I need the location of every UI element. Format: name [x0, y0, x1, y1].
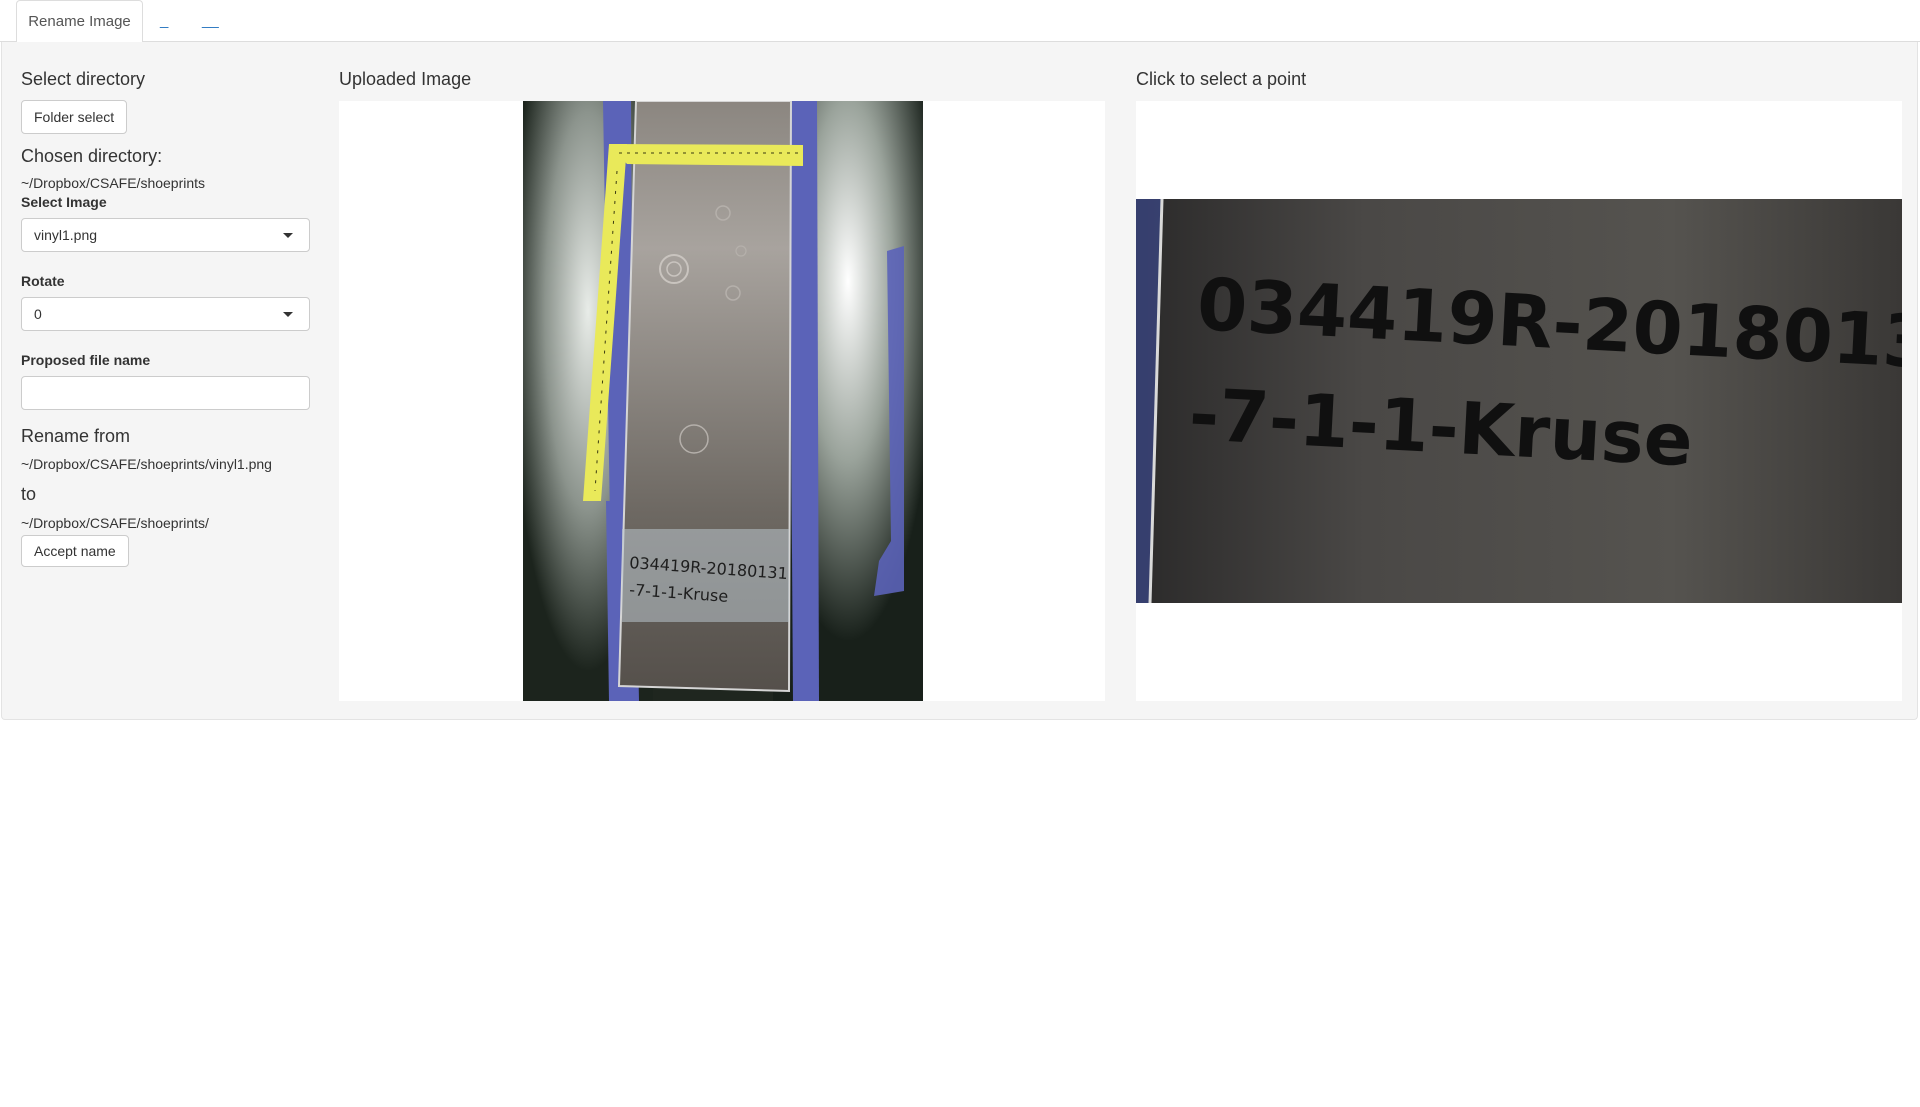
- select-directory-heading: Select directory: [21, 69, 146, 89]
- rotate-value: 0: [34, 306, 42, 322]
- uploaded-image-heading: Uploaded Image: [339, 69, 472, 89]
- rotate-label: Rotate: [21, 273, 65, 289]
- to-value: ~/Dropbox/CSAFE/shoeprints/: [21, 515, 209, 531]
- chosen-directory-heading: Chosen directory:: [21, 146, 163, 166]
- chevron-down-icon: [283, 233, 293, 238]
- select-point-area[interactable]: 034419R-20180131 -7-1-1-Kruse: [1136, 101, 1902, 701]
- uploaded-image-area: 034419R-20180131 -7-1-1-Kruse: [339, 101, 1105, 701]
- select-image-dropdown[interactable]: vinyl1.png: [21, 218, 310, 252]
- accept-name-button[interactable]: Accept name: [21, 535, 129, 567]
- rename-from-value: ~/Dropbox/CSAFE/shoeprints/vinyl1.png: [21, 456, 272, 472]
- zoomed-image[interactable]: 034419R-20180131 -7-1-1-Kruse: [1136, 101, 1902, 701]
- tab-bar: Rename Image _ __: [0, 0, 1920, 43]
- chevron-down-icon: [283, 312, 293, 317]
- chosen-directory-value: ~/Dropbox/CSAFE/shoeprints: [21, 175, 206, 191]
- proposed-file-name-label: Proposed file name: [21, 352, 151, 368]
- to-heading: to: [21, 484, 37, 504]
- main-panel: Select directory Folder select Chosen di…: [1, 42, 1918, 720]
- rotate-dropdown[interactable]: 0: [21, 297, 310, 331]
- proposed-file-name-input[interactable]: [21, 376, 310, 410]
- uploaded-image: 034419R-20180131 -7-1-1-Kruse: [523, 101, 923, 701]
- select-image-label: Select Image: [21, 194, 107, 210]
- folder-select-button[interactable]: Folder select: [21, 100, 128, 134]
- rename-from-heading: Rename from: [21, 426, 131, 446]
- tab-3[interactable]: __: [202, 0, 219, 42]
- select-point-heading: Click to select a point: [1136, 69, 1307, 89]
- tab-rename-image[interactable]: Rename Image: [16, 0, 143, 43]
- select-image-value: vinyl1.png: [34, 227, 98, 243]
- tab-2[interactable]: _: [160, 0, 168, 42]
